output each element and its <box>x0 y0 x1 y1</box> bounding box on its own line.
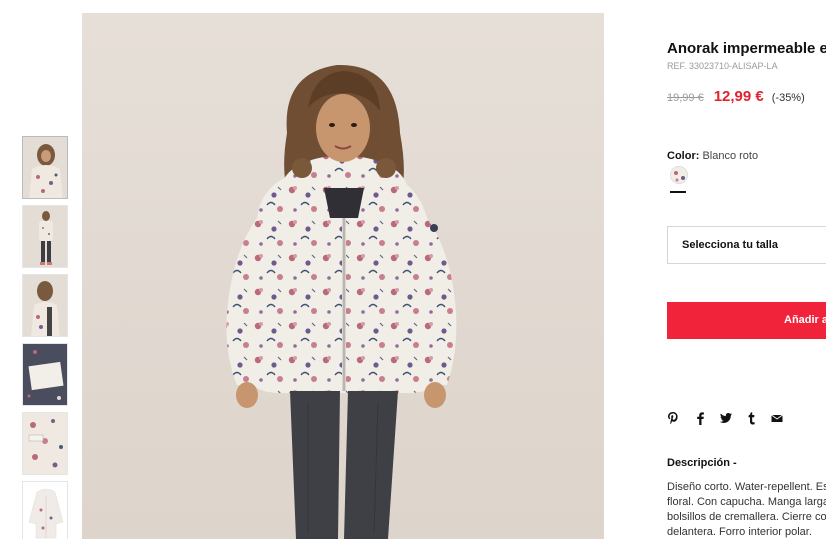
sale-price: 12,99 € <box>713 88 764 105</box>
color-swatch-blanco-roto[interactable] <box>670 166 688 184</box>
description-line: floral. Con capucha. Manga larga. Dos <box>667 496 826 508</box>
thumbnail-image <box>23 344 67 405</box>
color-value: Blanco roto <box>702 150 759 162</box>
original-price: 19,99 € <box>667 92 704 104</box>
description-title: Descripción - <box>667 457 737 469</box>
thumbnail-image <box>23 275 67 336</box>
add-to-cart-button[interactable]: Añadir a la cesta <box>667 302 826 339</box>
thumbnail-fabric-detail[interactable] <box>22 412 68 475</box>
size-select-label: Selecciona tu talla <box>682 239 778 251</box>
product-reference: REF. 33023710-ALISAP-LA <box>667 61 778 71</box>
tumblr-icon[interactable] <box>747 411 761 427</box>
thumbnail-label-detail[interactable] <box>22 343 68 406</box>
discount-badge: (-35%) <box>771 92 805 104</box>
color-label: Color: <box>667 150 700 162</box>
thumbnail-image <box>23 482 67 539</box>
thumbnail-image <box>23 137 67 198</box>
girl-in-floral-anorak-image <box>82 13 604 539</box>
description-line: delantera. Forro interior polar. <box>667 526 812 538</box>
selected-swatch-indicator <box>670 191 686 193</box>
thumbnail-side-view[interactable] <box>22 274 68 337</box>
price-row: 19,99 € 12,99 € (-35%) <box>667 88 805 105</box>
color-row: Color: Blanco roto <box>667 150 758 162</box>
thumbnail-image <box>23 206 67 267</box>
size-select[interactable]: Selecciona tu talla <box>667 226 826 264</box>
description-line: Diseño corto. Water-repellent. Estampado <box>667 481 826 493</box>
add-to-cart-label: Añadir a la cesta <box>784 314 826 326</box>
product-info-panel: Anorak impermeable estampado REF. 330237… <box>667 0 826 539</box>
pinterest-icon[interactable] <box>667 411 681 427</box>
thumbnail-front-portrait[interactable] <box>22 136 68 199</box>
thumbnail-product-flat[interactable] <box>22 481 68 539</box>
description-line: bolsillos de cremallera. Cierre con crem… <box>667 511 826 523</box>
thumbnail-list <box>22 136 68 539</box>
main-product-image[interactable] <box>82 13 604 539</box>
thumbnail-image <box>23 413 67 474</box>
thumbnail-full-body[interactable] <box>22 205 68 268</box>
product-title: Anorak impermeable estampado <box>667 40 826 57</box>
floral-swatch-icon <box>671 167 687 183</box>
facebook-icon[interactable] <box>695 411 709 427</box>
email-icon[interactable] <box>771 411 785 427</box>
twitter-icon[interactable] <box>719 411 733 427</box>
